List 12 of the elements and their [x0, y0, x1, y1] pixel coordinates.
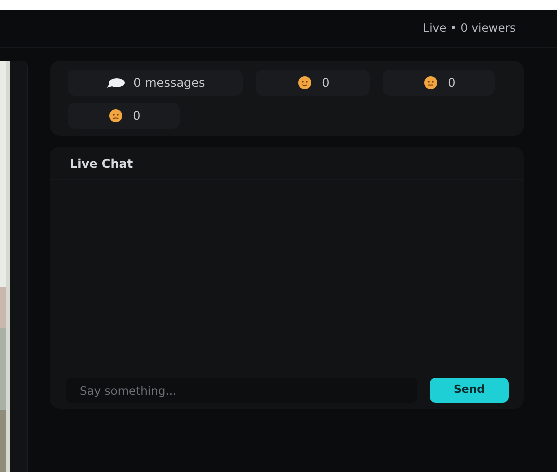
- face-icon: [107, 109, 126, 123]
- stat-count: 0: [448, 75, 456, 92]
- live-status: Live • 0 viewers: [423, 20, 516, 37]
- stat-count: 0: [322, 75, 330, 92]
- chat-title: Live Chat: [50, 147, 524, 180]
- face-icon: [296, 76, 314, 90]
- message-input[interactable]: Say something...: [66, 378, 417, 403]
- stat-count: 0: [133, 108, 141, 125]
- stat-count: 0 messages: [134, 75, 206, 92]
- send-button[interactable]: Send: [430, 378, 509, 403]
- speech-bubble-icon: [106, 78, 126, 88]
- face-icon: [422, 76, 440, 90]
